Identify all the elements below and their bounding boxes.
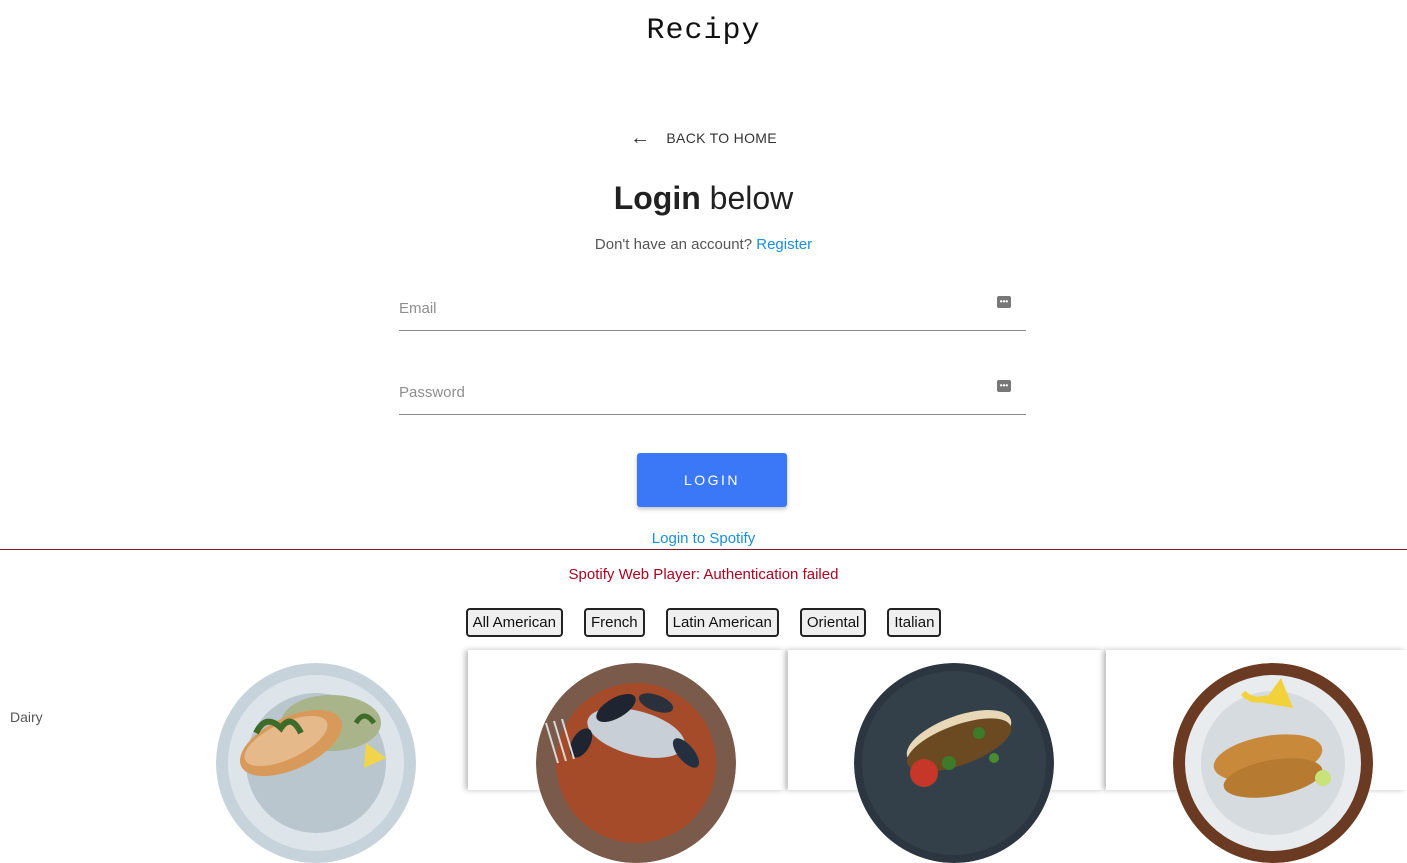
password-field-container: ••• — [399, 374, 1026, 415]
category-label: Dairy — [10, 709, 43, 725]
cuisine-button-latin-american[interactable]: Latin American — [665, 608, 779, 637]
spotify-error-message: Spotify Web Player: Authentication faile… — [568, 566, 839, 583]
login-to-spotify-link[interactable]: Login to Spotify — [0, 530, 1407, 547]
register-link[interactable]: Register — [756, 236, 812, 253]
password-manager-icon[interactable]: ••• — [997, 380, 1011, 392]
recipe-image[interactable] — [216, 663, 416, 863]
recipe-card[interactable] — [1106, 650, 1407, 863]
recipe-card[interactable] — [150, 650, 466, 863]
recipe-image[interactable] — [1173, 663, 1373, 863]
cuisine-filter-bar: All American French Latin American Orien… — [0, 608, 1407, 637]
email-input[interactable] — [399, 296, 979, 321]
password-manager-icon[interactable]: ••• — [997, 296, 1011, 308]
no-account-text: Don't have an account? — [594, 236, 753, 253]
title-bold: Login — [613, 180, 701, 216]
app-logo: Recipy — [646, 14, 761, 48]
title-rest: below — [700, 180, 794, 216]
recipe-card[interactable] — [468, 650, 785, 863]
cuisine-button-french[interactable]: French — [583, 608, 645, 637]
register-prompt: Don't have an account? Register — [0, 236, 1407, 253]
login-button[interactable]: LOGIN — [637, 453, 787, 507]
divider — [0, 549, 1407, 550]
back-to-home-link[interactable]: ← BACK TO HOME — [0, 128, 1407, 148]
cuisine-button-oriental[interactable]: Oriental — [799, 608, 867, 637]
password-input[interactable] — [399, 380, 979, 405]
arrow-left-icon: ← — [630, 127, 651, 149]
email-field-container: ••• — [399, 290, 1026, 331]
page-title: Login below — [0, 180, 1407, 217]
cuisine-button-italian[interactable]: Italian — [887, 608, 942, 637]
recipe-image[interactable] — [854, 663, 1054, 863]
cuisine-button-all-american[interactable]: All American — [465, 608, 563, 637]
recipe-card[interactable] — [788, 650, 1104, 863]
back-to-home-label: BACK TO HOME — [666, 130, 777, 146]
recipe-image[interactable] — [536, 663, 736, 863]
